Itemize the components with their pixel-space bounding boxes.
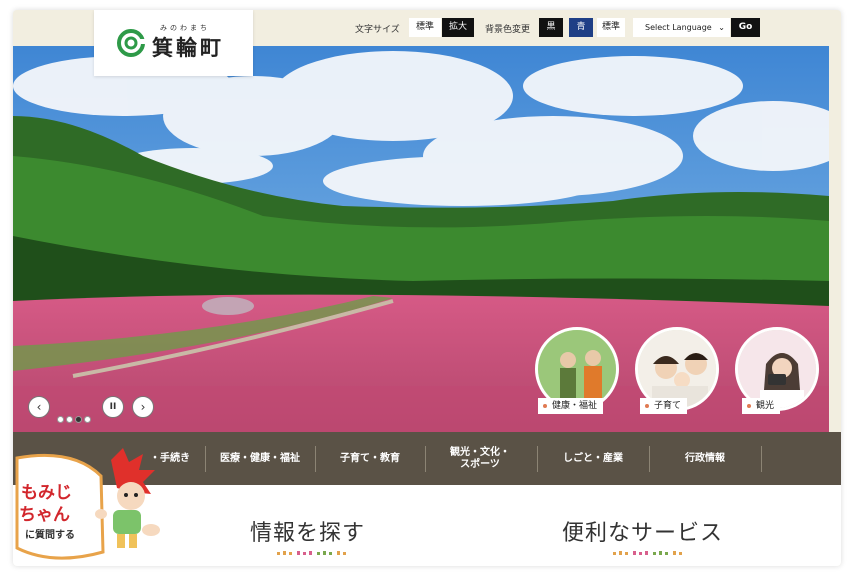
decorative-dots-icon	[277, 551, 346, 555]
mascot-line3: に質問する	[25, 530, 75, 541]
font-large-button[interactable]: 拡大	[442, 18, 474, 37]
chevron-right-icon: ›	[140, 400, 146, 414]
nav-work-label: しごと・産業	[563, 452, 623, 464]
nav-medical-health-welfare[interactable]: 医療・健康・福祉	[205, 432, 315, 485]
font-standard-button[interactable]: 標準	[409, 18, 441, 37]
nav-medical-label: 医療・健康・福祉	[220, 452, 300, 464]
childcare-text: 子育て	[654, 401, 682, 411]
bullet-icon	[645, 404, 649, 408]
slide-indicators	[57, 408, 93, 427]
language-select-value: Select Language	[645, 23, 712, 32]
bgcolor-label: 背景色変更	[485, 25, 531, 35]
services-title: 便利なサービス	[562, 521, 724, 546]
tourism-text: 観光	[756, 401, 775, 411]
bullet-icon	[543, 404, 547, 408]
slide-dot-4[interactable]	[84, 416, 91, 423]
next-slide-button[interactable]: ›	[132, 396, 154, 418]
page-frame: みのわまち 箕輪町 文字サイズ 標準 拡大 背景色変更 黒 青 標準 Selec…	[13, 10, 841, 566]
tourism-label[interactable]: 観光	[742, 398, 781, 414]
slide-dot-1[interactable]	[57, 416, 64, 423]
nav-tourism-culture-sports[interactable]: 観光・文化・ スポーツ	[425, 432, 535, 485]
logo-text: 箕輪町	[152, 36, 224, 60]
bg-blue-button[interactable]: 青	[569, 18, 593, 37]
mascot-chat-button[interactable]: もみじ ちゃん に質問する	[13, 448, 163, 566]
font-size-label: 文字サイズ	[355, 25, 400, 35]
nav-work-industry[interactable]: しごと・産業	[537, 432, 649, 485]
bg-black-button[interactable]: 黒	[539, 18, 563, 37]
nav-divider	[761, 446, 762, 472]
site-logo[interactable]: みのわまち 箕輪町	[94, 10, 253, 76]
bg-standard-button[interactable]: 標準	[597, 18, 625, 37]
bullet-icon	[747, 404, 751, 408]
health-welfare-label[interactable]: 健康・福祉	[538, 398, 604, 414]
town-emblem-icon	[117, 29, 145, 57]
prev-slide-button[interactable]: ‹	[28, 396, 50, 418]
nav-tourism-label: 観光・文化・ スポーツ	[450, 446, 510, 470]
search-info-title: 情報を探す	[250, 521, 366, 546]
nav-admin-label: 行政情報	[685, 452, 725, 464]
health-welfare-text: 健康・福祉	[552, 401, 598, 411]
go-button[interactable]: Go	[731, 18, 760, 37]
childcare-label[interactable]: 子育て	[640, 398, 688, 414]
nav-childcare-education[interactable]: 子育て・教育	[315, 432, 425, 485]
slide-dot-3[interactable]	[75, 416, 82, 423]
mascot-line2: ちゃん	[19, 505, 70, 525]
pause-icon: II	[109, 402, 117, 412]
nav-childcare-label: 子育て・教育	[340, 452, 400, 464]
chevron-left-icon: ‹	[36, 400, 42, 414]
language-select[interactable]: Select Language ⌄	[633, 18, 730, 37]
pause-slide-button[interactable]: II	[102, 396, 124, 418]
decorative-dots-icon	[613, 551, 682, 555]
slide-dot-2[interactable]	[66, 416, 73, 423]
nav-administration[interactable]: 行政情報	[649, 432, 761, 485]
chevron-down-icon: ⌄	[718, 23, 725, 32]
